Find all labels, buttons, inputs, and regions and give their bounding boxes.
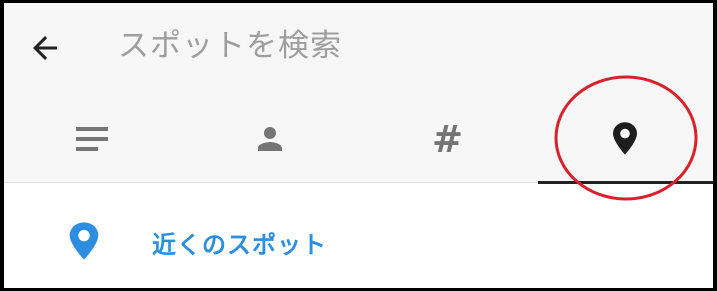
tab-hashtags[interactable]: # bbox=[359, 95, 536, 183]
tab-posts[interactable] bbox=[4, 95, 181, 183]
tab-spots[interactable] bbox=[536, 95, 713, 183]
person-icon bbox=[257, 127, 282, 151]
nearby-spots-item[interactable]: 近くのスポット bbox=[4, 211, 713, 271]
search-input[interactable] bbox=[118, 21, 678, 71]
selected-tab-indicator bbox=[538, 181, 713, 184]
list-icon bbox=[75, 127, 108, 151]
tab-bar: # bbox=[4, 95, 713, 184]
app-frame: # 近くのスポット bbox=[4, 3, 713, 288]
search-header: # bbox=[4, 3, 713, 184]
hashtag-icon: # bbox=[431, 117, 463, 161]
location-pin-icon bbox=[612, 122, 637, 155]
location-pin-icon bbox=[69, 222, 99, 260]
back-button[interactable] bbox=[24, 27, 66, 69]
back-arrow-icon bbox=[33, 36, 57, 60]
nearby-spots-label: 近くのスポット bbox=[152, 231, 327, 259]
tab-users[interactable] bbox=[181, 95, 358, 183]
search-bar bbox=[4, 3, 713, 87]
